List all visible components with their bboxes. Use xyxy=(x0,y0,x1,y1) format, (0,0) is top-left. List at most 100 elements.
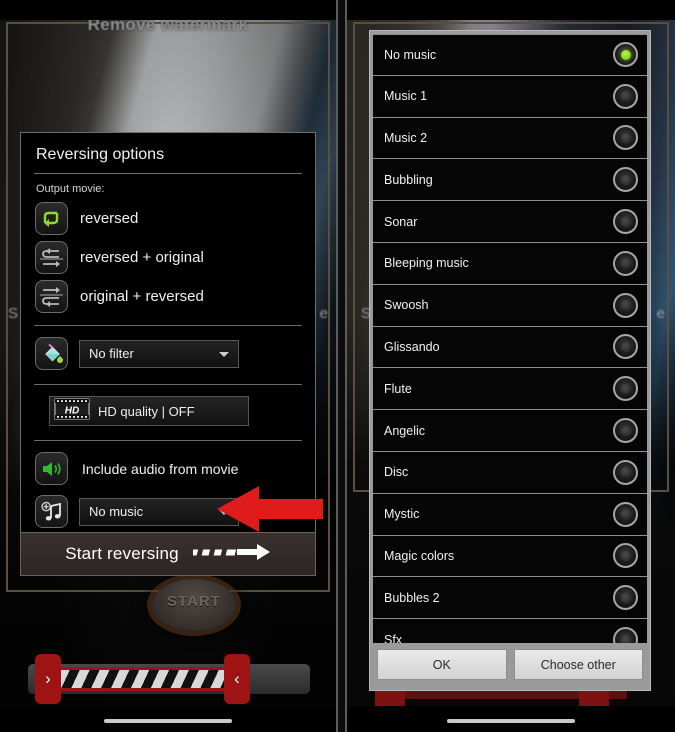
music-list-item[interactable]: Flute xyxy=(373,368,647,411)
start-reversing-label: Start reversing xyxy=(65,544,179,563)
speaker-icon xyxy=(35,452,68,485)
radio-dot-icon xyxy=(620,174,631,185)
music-picker-dialog: No music Music 1 Music 2 Bubbling Sonar Bleep… xyxy=(369,30,651,691)
hd-quality-button[interactable]: HD HD quality | OFF xyxy=(49,396,249,426)
music-list-item[interactable]: Sfx xyxy=(373,619,647,643)
radio-button[interactable] xyxy=(613,209,638,235)
radio-button[interactable] xyxy=(613,501,638,527)
include-audio-row[interactable]: Include audio from movie xyxy=(21,447,315,490)
left-phone-screen: Remove watermark S e START Reversing opt… xyxy=(0,0,338,732)
trim-range-slider[interactable]: › ‹ xyxy=(28,654,310,704)
radio-dot-icon xyxy=(620,258,631,269)
chevron-down-icon xyxy=(219,351,229,357)
divider-after-hd xyxy=(34,440,302,441)
radio-button[interactable] xyxy=(613,83,638,109)
arrow-right-icon xyxy=(189,542,271,567)
radio-button[interactable] xyxy=(613,459,638,485)
radio-dot-icon xyxy=(620,550,631,561)
paint-bucket-icon xyxy=(35,337,68,370)
radio-button[interactable] xyxy=(613,125,638,151)
music-list-item[interactable]: Angelic xyxy=(373,410,647,452)
slider-handle-right[interactable]: ‹ xyxy=(224,654,250,704)
left-status-bar xyxy=(0,0,336,20)
right-phone-screen: S e No music Music 1 Music 2 Bubbling Sonar B… xyxy=(345,0,675,732)
divider-after-filter xyxy=(34,384,302,385)
radio-dot-icon xyxy=(620,383,631,394)
radio-dot-icon xyxy=(620,91,631,102)
radio-dot-icon xyxy=(620,425,631,436)
music-list-item-label: Music 1 xyxy=(384,89,428,104)
radio-button[interactable] xyxy=(613,543,638,569)
radio-button[interactable] xyxy=(613,627,638,643)
option-reversed[interactable]: reversed xyxy=(21,199,315,238)
music-list-item[interactable]: Glissando xyxy=(373,326,647,369)
slider-handle-left[interactable]: › xyxy=(35,654,61,704)
screenshot-root: Remove watermark S e START Reversing opt… xyxy=(0,0,675,732)
radio-button[interactable] xyxy=(613,42,638,68)
option-reversed-plus-original[interactable]: reversed + original xyxy=(21,238,315,277)
radio-button[interactable] xyxy=(613,167,638,193)
radio-button[interactable] xyxy=(613,585,638,611)
music-list-item-label: Bleeping music xyxy=(384,256,469,271)
radio-button[interactable] xyxy=(613,334,638,360)
music-list-item[interactable]: Magic colors xyxy=(373,535,647,578)
option-original-plus-reversed[interactable]: original + reversed xyxy=(21,277,315,316)
svg-text:HD: HD xyxy=(65,405,79,416)
radio-button[interactable] xyxy=(613,418,638,444)
reverse-then-original-icon xyxy=(35,241,68,274)
bg-letter-s-left: S xyxy=(8,305,19,322)
original-then-reverse-icon xyxy=(35,280,68,313)
radio-button[interactable] xyxy=(613,250,638,276)
annotation-arrow-icon xyxy=(215,485,325,538)
hd-film-icon: HD xyxy=(54,397,90,426)
bg-letter-e-right: e xyxy=(656,305,665,322)
music-list-item[interactable]: Disc xyxy=(373,451,647,494)
music-list-item[interactable]: Mystic xyxy=(373,493,647,536)
include-audio-label: Include audio from movie xyxy=(82,460,239,477)
radio-button[interactable] xyxy=(613,376,638,402)
music-list[interactable]: No music Music 1 Music 2 Bubbling Sonar Bleep… xyxy=(373,34,647,643)
hd-quality-row[interactable]: HD HD quality | OFF xyxy=(21,391,315,431)
music-list-item-label: Music 2 xyxy=(384,130,428,145)
music-list-item-label: Sonar xyxy=(384,214,418,229)
right-nav-bar xyxy=(347,706,675,732)
start-reversing-button[interactable]: Start reversing xyxy=(20,532,316,576)
radio-dot-icon xyxy=(620,49,631,60)
music-list-item-label: Flute xyxy=(384,381,412,396)
music-list-item-label: Swoosh xyxy=(384,298,429,313)
filter-select[interactable]: No filter xyxy=(79,339,239,368)
music-list-item-label: Sfx xyxy=(384,632,403,643)
dialog-title: Reversing options xyxy=(36,146,165,163)
music-list-item-label: Magic colors xyxy=(384,548,455,563)
music-picker-actions: OK Choose other xyxy=(373,643,647,687)
slider-selected-range xyxy=(40,667,240,691)
right-home-indicator[interactable] xyxy=(447,719,575,723)
divider-after-options xyxy=(34,325,302,326)
music-list-item[interactable]: Bleeping music xyxy=(373,242,647,285)
music-list-item[interactable]: No music xyxy=(373,34,647,76)
ok-button[interactable]: OK xyxy=(377,649,507,680)
radio-dot-icon xyxy=(620,341,631,352)
filter-row[interactable]: No filter xyxy=(21,332,315,375)
music-list-item[interactable]: Music 1 xyxy=(373,75,647,118)
music-list-item-label: Bubbling xyxy=(384,172,433,187)
left-nav-bar xyxy=(0,706,336,732)
left-home-indicator[interactable] xyxy=(104,719,232,723)
choose-other-button[interactable]: Choose other xyxy=(513,649,643,680)
music-list-item-label: Angelic xyxy=(384,423,425,438)
filter-select-value: No filter xyxy=(89,346,134,361)
radio-dot-icon xyxy=(620,634,631,643)
music-list-item[interactable]: Bubbling xyxy=(373,159,647,202)
add-music-icon xyxy=(35,495,68,528)
start-knob: START xyxy=(152,579,236,631)
music-list-item-label: No music xyxy=(384,47,437,62)
music-list-item-label: Bubbles 2 xyxy=(384,590,440,605)
music-list-item[interactable]: Music 2 xyxy=(373,117,647,160)
music-list-item[interactable]: Swoosh xyxy=(373,284,647,327)
music-list-item[interactable]: Bubbles 2 xyxy=(373,577,647,620)
option-original-plus-reversed-label: original + reversed xyxy=(80,288,204,305)
music-list-item[interactable]: Sonar xyxy=(373,201,647,243)
radio-button[interactable] xyxy=(613,292,638,318)
radio-dot-icon xyxy=(620,216,631,227)
radio-dot-icon xyxy=(620,592,631,603)
